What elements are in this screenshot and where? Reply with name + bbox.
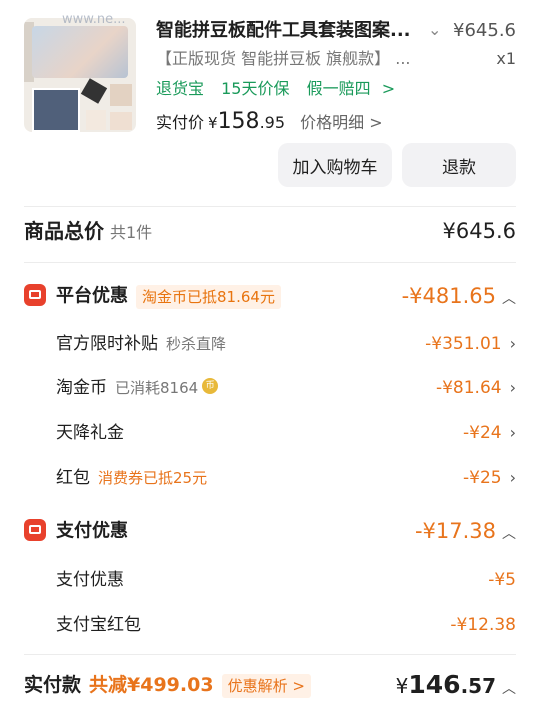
discount-item-amount: -¥25 [463, 468, 502, 488]
paid-price-yen: ¥ [208, 114, 218, 132]
chevron-right-icon: › [509, 468, 516, 487]
price-detail-link[interactable]: 价格明细 > [300, 113, 383, 132]
thumb-card-2 [110, 112, 132, 130]
product-price: ¥645.6 [453, 20, 516, 41]
final-payment-row: 实付款 共减¥499.03 优惠解析 > ¥146.57 ︿ [24, 669, 516, 701]
discount-analysis-button[interactable]: 优惠解析 > [221, 673, 311, 698]
discount-item[interactable]: 天降礼金 -¥24 › [24, 418, 516, 448]
payment-discount-header[interactable]: 支付优惠 -¥17.38 ︿ [24, 516, 516, 546]
service-price-protect: 15天价保 [221, 79, 290, 98]
refund-button[interactable]: 退款 [402, 143, 516, 187]
paid-price-int: 158 [217, 109, 260, 134]
platform-discount-title: 平台优惠 [56, 285, 128, 307]
paid-price-label: 实付价 [156, 113, 205, 132]
service-badges[interactable]: 退货宝 15天价保 假一赔四 > [156, 77, 407, 101]
chevron-up-icon[interactable]: ︿ [502, 526, 516, 542]
payment-item: 支付宝红包 -¥12.38 [24, 610, 516, 640]
final-payment-label: 实付款 [24, 674, 82, 696]
discount-item-label: 红包 [56, 468, 90, 488]
paid-price-line: 实付价 ¥158.95 价格明细 > [156, 108, 383, 137]
discount-item-note: 消费券已抵25元 [98, 469, 208, 487]
platform-discount-header[interactable]: 平台优惠 淘金币已抵81.64元 -¥481.65 ︿ [24, 281, 516, 311]
payment-discount-title: 支付优惠 [56, 520, 128, 542]
discount-item-amount: -¥81.64 [435, 378, 502, 398]
platform-discount-amount: -¥481.65 [401, 284, 496, 308]
total-reduction: 共减¥499.03 [89, 674, 214, 696]
final-yen: ¥ [395, 674, 409, 698]
payment-item-label: 支付优惠 [56, 570, 124, 590]
discount-item-amount: -¥351.01 [425, 334, 502, 354]
discount-item-note: 秒杀直降 [166, 335, 227, 353]
payment-item-label: 支付宝红包 [56, 615, 141, 635]
thumb-card [86, 110, 106, 130]
discount-item[interactable]: 淘金币 已消耗8164 币 -¥81.64 › [24, 373, 516, 403]
product-title[interactable]: 智能拼豆板配件工具套装图案... [156, 18, 426, 44]
discount-item-label: 淘金币 [56, 378, 107, 398]
discount-item-note: 已消耗8164 [115, 379, 199, 397]
chevron-right-icon: › [509, 334, 516, 353]
wallet-icon [24, 518, 46, 541]
discount-item-label: 天降礼金 [56, 423, 124, 443]
thumb-tweezers [80, 78, 108, 104]
discount-item[interactable]: 红包 消费券已抵25元 -¥25 › [24, 463, 516, 493]
gold-coin-tag: 淘金币已抵81.64元 [136, 284, 281, 309]
goods-total-label: 商品总价 [24, 219, 104, 243]
divider [24, 262, 516, 263]
final-amount-dec: .57 [460, 674, 496, 698]
chevron-right-icon: › [509, 423, 516, 442]
goods-total-row: 商品总价 共1件 ¥645.6 [24, 216, 516, 246]
divider [24, 206, 516, 207]
chevron-up-icon[interactable]: ︿ [502, 291, 516, 307]
paid-price-dec: .95 [259, 113, 286, 132]
watermark: www.ne... [62, 12, 126, 27]
product-thumbnail[interactable] [24, 18, 136, 132]
payment-item-amount: -¥5 [488, 570, 516, 590]
chevron-right-icon: › [509, 378, 516, 397]
coupon-icon [24, 283, 46, 306]
goods-count: 共1件 [110, 223, 153, 242]
thumb-pattern [32, 88, 80, 132]
gold-coin-icon: 币 [202, 378, 219, 394]
discount-item-label: 官方限时补贴 [56, 334, 158, 354]
divider [24, 654, 516, 655]
goods-total-value: ¥645.6 [442, 219, 516, 243]
payment-discount-amount: -¥17.38 [414, 519, 496, 543]
service-return: 退货宝 [156, 79, 205, 98]
payment-item-amount: -¥12.38 [450, 615, 516, 635]
thumb-figure [110, 84, 132, 106]
thumb-board [32, 26, 128, 78]
discount-item[interactable]: 官方限时补贴 秒杀直降 -¥351.01 › [24, 329, 516, 359]
payment-item: 支付优惠 -¥5 [24, 565, 516, 595]
add-to-cart-button[interactable]: 加入购物车 [278, 143, 392, 187]
final-amount-int: 146 [408, 670, 461, 699]
discount-item-amount: -¥24 [463, 423, 502, 443]
chevron-down-icon[interactable]: ⌄ [428, 20, 441, 39]
service-fake-compensation: 假一赔四 [306, 79, 371, 98]
product-quantity: x1 [496, 49, 516, 68]
chevron-right-icon: > [381, 79, 396, 98]
chevron-up-icon[interactable]: ︿ [502, 681, 516, 697]
product-sku: 【正版现货 智能拼豆板 旗舰款】 ... [156, 49, 411, 68]
